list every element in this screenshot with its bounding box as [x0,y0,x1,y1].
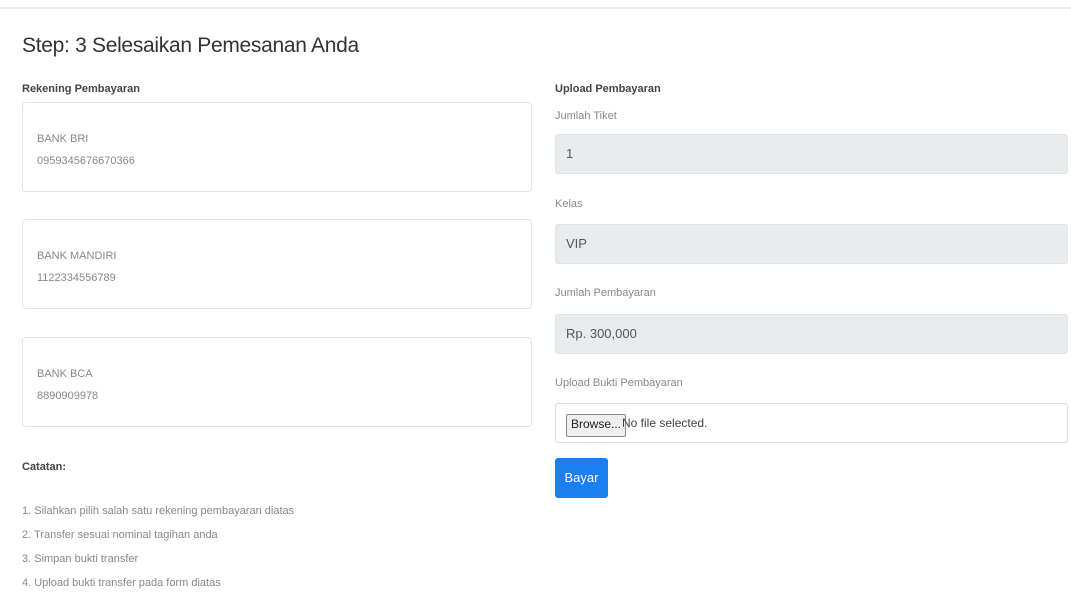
notes-list: 1. Silahkan pilih salah satu rekening pe… [22,503,294,599]
note-item: 2. Transfer sesuai nominal tagihan anda [22,529,218,541]
note-item: 3. Simpan bukti transfer [22,553,139,565]
top-divider [0,7,1071,9]
upload-payment-label: Upload Pembayaran [555,83,661,95]
bank-name: BANK BRI [37,133,89,145]
note-item: 1. Silahkan pilih salah satu rekening pe… [22,505,295,517]
payment-amount-field[interactable]: Rp. 300,000 [555,314,1068,354]
notes-label: Catatan: [22,461,67,473]
file-status-text: No file selected. [622,416,708,430]
ticket-count-field[interactable]: 1 [555,134,1068,174]
payment-amount-label: Jumlah Pembayaran [555,287,656,299]
bank-account-number: 1122334556789 [37,272,116,284]
pay-button[interactable]: Bayar [555,458,608,498]
bank-account-number: 0959345676670366 [37,155,135,167]
proof-upload-label: Upload Bukti Pembayaran [555,377,683,389]
note-item: 4. Upload bukti transfer pada form diata… [22,577,221,589]
bank-name: BANK MANDIRI [37,250,117,262]
payment-accounts-label: Rekening Pembayaran [22,83,140,95]
bank-account-number: 8890909978 [37,390,99,402]
class-label: Kelas [555,198,583,210]
proof-file-input[interactable]: Browse... No file selected. [555,403,1068,443]
bank-card-mandiri[interactable]: BANK MANDIRI 1122334556789 [22,219,532,309]
class-field[interactable]: VIP [555,224,1068,264]
page-title: Step: 3 Selesaikan Pemesanan Anda [22,34,359,57]
bank-name: BANK BCA [37,368,93,380]
bank-card-bca[interactable]: BANK BCA 8890909978 [22,337,532,427]
browse-button[interactable]: Browse... [566,414,627,437]
bank-card-bri[interactable]: BANK BRI 0959345676670366 [22,102,532,192]
ticket-count-label: Jumlah Tiket [555,110,617,122]
